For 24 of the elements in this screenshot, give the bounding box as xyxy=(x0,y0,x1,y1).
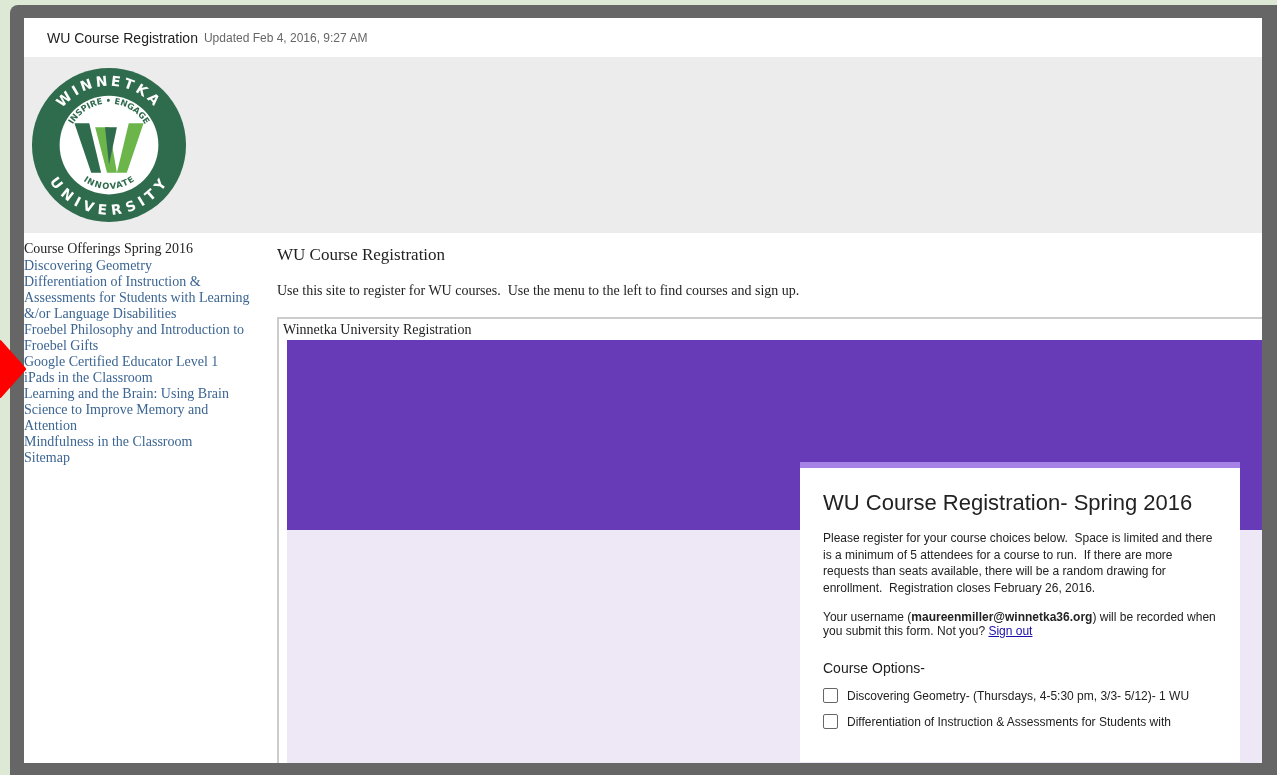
checkbox[interactable] xyxy=(823,688,838,703)
sidebar-link[interactable]: iPads in the Classroom xyxy=(24,370,262,386)
embed-title: Winnetka University Registration xyxy=(283,322,473,338)
username-note: Your username (maureenmiller@winnetka36.org) will be recorded when you submit this form. Not you? Sign out xyxy=(823,610,1217,638)
sidebar-link[interactable]: Sitemap xyxy=(24,450,262,466)
sidebar-link[interactable]: Froebel Philosophy and Introduction to Froebel Gifts xyxy=(24,322,262,354)
sidebar-link[interactable]: Discovering Geometry xyxy=(24,258,262,274)
sign-out-link[interactable]: Sign out xyxy=(988,624,1033,638)
option-label: Discovering Geometry- (Thursdays, 4-5:30 pm, 3/3- 5/12)- 1 WU xyxy=(847,688,1190,703)
sidebar-heading: Course Offerings Spring 2016 xyxy=(24,241,194,257)
updated-timestamp: Updated Feb 4, 2016, 9:27 AM xyxy=(203,30,368,45)
sidebar-link[interactable]: Mindfulness in the Classroom xyxy=(24,434,262,450)
section-heading: Course Options- xyxy=(823,660,926,676)
option-label: Differentiation of Instruction & Assessments for Students with xyxy=(847,714,1171,729)
intro-text: Use this site to register for WU courses. Use the menu to the left to find courses and sign up. xyxy=(277,283,801,299)
sidebar-link[interactable]: Differentiation of Instruction & Assessments for Students with Learning &/or Language Disabilities xyxy=(24,274,262,322)
checkbox[interactable] xyxy=(823,714,838,729)
site-title: WU Course Registration xyxy=(47,29,198,46)
pointer-marker xyxy=(0,340,26,398)
sidebar-link[interactable]: Google Certified Educator Level 1 xyxy=(24,354,262,370)
form-title: WU Course Registration- Spring 2016 xyxy=(823,490,1194,516)
form-description: Please register for your course choices below. Space is limited and there is a minimum of 5 attendees for a course to run. If there are more requests than seats available, there will be a random drawing for enrollment. Registration closes February 26, 2016. xyxy=(823,530,1214,596)
page-title: WU Course Registration xyxy=(277,245,447,265)
sidebar-link[interactable]: Learning and the Brain: Using Brain Science to Improve Memory and Attention xyxy=(24,386,262,434)
